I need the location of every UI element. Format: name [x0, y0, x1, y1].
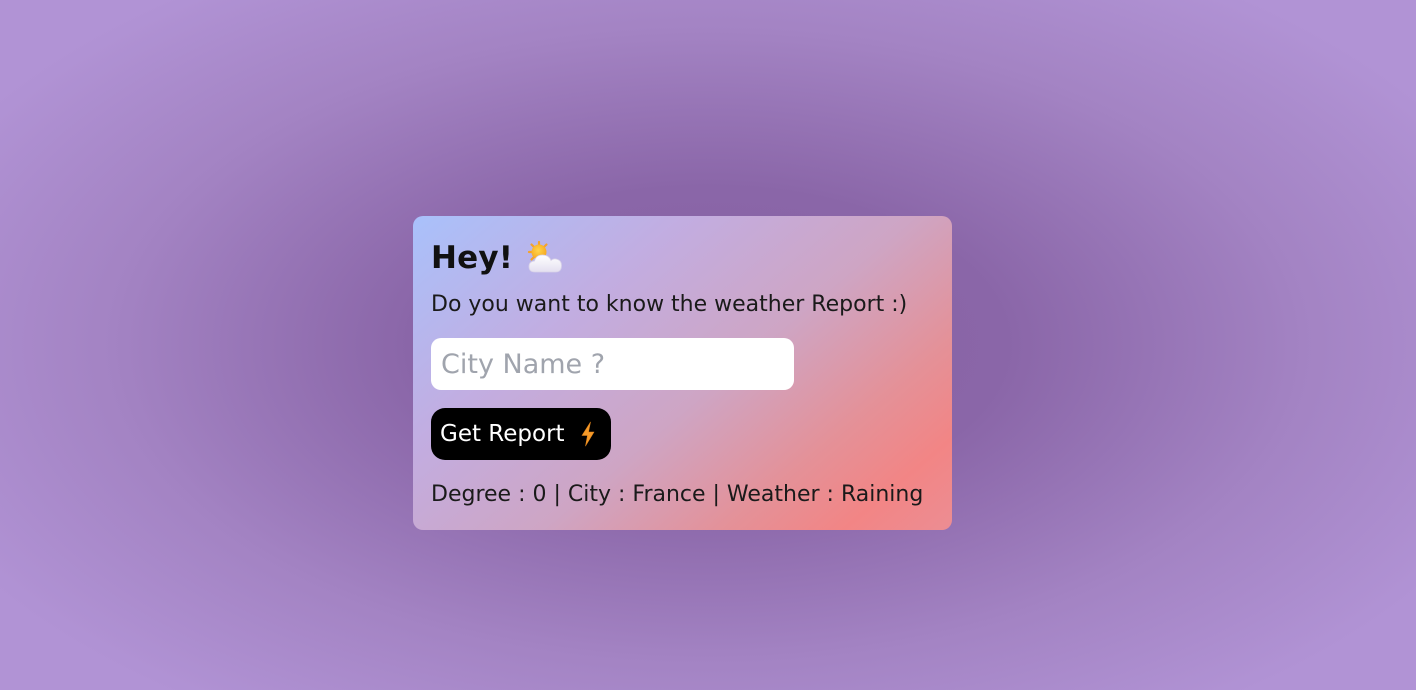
lightning-bolt-icon	[581, 421, 594, 447]
greeting-heading: Hey!	[431, 240, 514, 276]
weather-result: Degree : 0 | City : France | Weather : R…	[431, 482, 924, 507]
weather-card: Hey! Do you want to know the weather Rep…	[413, 216, 952, 530]
city-name-input[interactable]	[431, 338, 794, 390]
sun-behind-cloud-icon	[528, 240, 563, 273]
greeting-row: Hey!	[431, 240, 565, 276]
get-report-label: Get Report	[440, 421, 565, 447]
subtitle: Do you want to know the weather Report :…	[431, 292, 908, 317]
get-report-button[interactable]: Get Report	[431, 408, 611, 460]
